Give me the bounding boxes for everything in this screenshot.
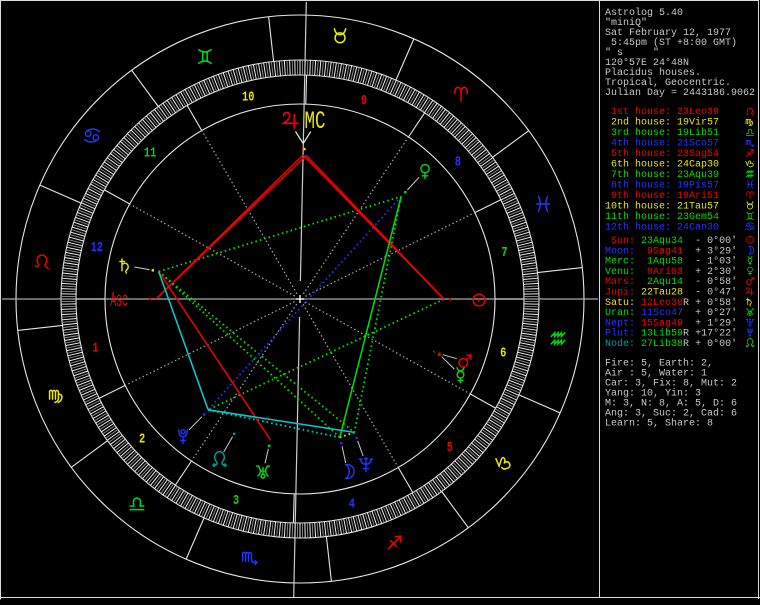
svg-text:3: 3: [233, 492, 239, 508]
svg-text:7th house: 23Aqu39: 7th house: 23Aqu39: [605, 169, 719, 181]
svg-text:9th house: 19Ari51: 9th house: 19Ari51: [605, 190, 719, 202]
svg-text:MC: MC: [305, 108, 326, 136]
svg-text:10th house: 21Tau57: 10th house: 21Tau57: [605, 200, 719, 212]
svg-text:Asc: Asc: [110, 288, 128, 312]
svg-text:6th house: 24Cap30: 6th house: 24Cap30: [605, 158, 719, 170]
svg-text:4: 4: [349, 496, 356, 512]
svg-text:Sun: 23Aqu34 - 0°00': Sun: 23Aqu34 - 0°00': [605, 235, 737, 247]
svg-text:10: 10: [242, 89, 254, 105]
svg-text:Satu: 12Leo38R + 0°58': Satu: 12Leo38R + 0°58': [605, 297, 737, 309]
svg-text:Plut: 13Lib59R +17°22': Plut: 13Lib59R +17°22': [605, 328, 737, 340]
svg-text:3rd house: 19Lib51: 3rd house: 19Lib51: [605, 127, 719, 139]
svg-text:Uran: 11Sco47 + 0°27': Uran: 11Sco47 + 0°27': [605, 307, 737, 319]
svg-text:7: 7: [501, 245, 507, 261]
svg-text:2: 2: [139, 431, 145, 447]
svg-text:5th house: 23Sag54: 5th house: 23Sag54: [605, 148, 719, 160]
svg-text:Mars: 2Aqu14 - 0°58': Mars: 2Aqu14 - 0°58': [605, 276, 737, 288]
svg-text:4th house: 21Sco57: 4th house: 21Sco57: [605, 137, 719, 149]
svg-text:11th house: 23Gem54: 11th house: 23Gem54: [605, 211, 719, 223]
svg-text:Venu: 9Ari03 + 2°30': Venu: 9Ari03 + 2°30': [605, 266, 737, 278]
svg-text:5: 5: [447, 440, 453, 456]
svg-text:Learn: 5, Share: 8: Learn: 5, Share: 8: [605, 418, 713, 430]
svg-text:6: 6: [500, 345, 506, 361]
svg-text:1st house: 23Leo39: 1st house: 23Leo39: [605, 106, 719, 118]
svg-text:8th house: 19Pis57: 8th house: 19Pis57: [605, 179, 719, 191]
svg-text:12: 12: [91, 240, 103, 256]
svg-text:Moon: 9Sag41 + 3°29': Moon: 9Sag41 + 3°29': [605, 245, 737, 257]
svg-text:2nd house: 19Vir57: 2nd house: 19Vir57: [605, 116, 719, 128]
svg-text:11: 11: [144, 145, 156, 161]
svg-text:Jupi: 22Tau28 - 0°47': Jupi: 22Tau28 - 0°47': [605, 287, 737, 299]
svg-text:8: 8: [455, 154, 461, 170]
svg-text:Merc: 1Aqu58 - 1°03': Merc: 1Aqu58 - 1°03': [605, 256, 737, 268]
svg-text:Node: 27Lib38R + 0°00': Node: 27Lib38R + 0°00': [605, 338, 737, 350]
svg-text:1: 1: [92, 340, 98, 356]
svg-text:Julian Day = 2443186.9062: Julian Day = 2443186.9062: [605, 87, 755, 99]
svg-text:12th house: 24Can30: 12th house: 24Can30: [605, 221, 719, 233]
svg-text:Nept: 15Sag49 + 1°29': Nept: 15Sag49 + 1°29': [605, 317, 737, 329]
svg-text:9: 9: [361, 92, 367, 108]
